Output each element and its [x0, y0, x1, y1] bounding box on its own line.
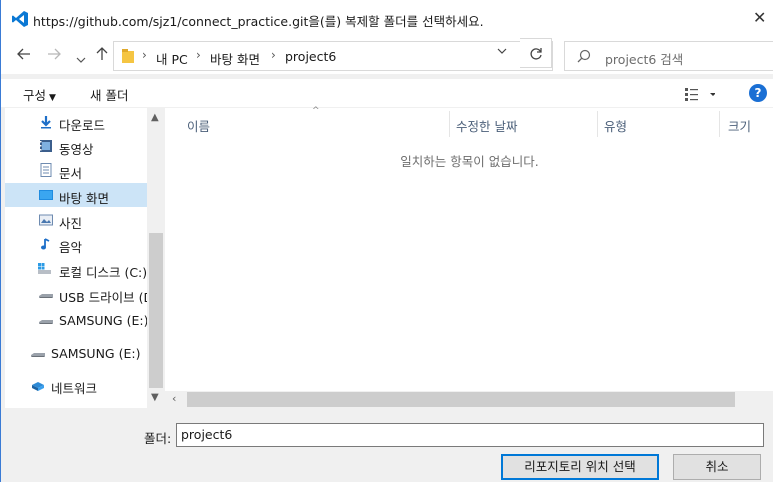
- sidebar-item-videos[interactable]: 동영상: [5, 134, 151, 158]
- arrow-right-icon: [48, 48, 61, 60]
- sidebar-item-label: SAMSUNG (E:): [51, 346, 141, 361]
- folder-picker-dialog: https://github.com/sjz1/connect_practice…: [0, 0, 773, 482]
- new-folder-button[interactable]: 새 폴더: [90, 85, 128, 104]
- sidebar-item-label: 다운로드: [59, 118, 106, 133]
- help-button[interactable]: ?: [749, 84, 767, 102]
- search-box[interactable]: project6 검색: [564, 41, 773, 71]
- drive-icon: [39, 320, 53, 324]
- picture-icon: [39, 214, 53, 226]
- search-input[interactable]: project6 검색: [605, 49, 683, 68]
- organize-label: 구성: [23, 88, 47, 103]
- address-history-button[interactable]: [497, 44, 507, 58]
- column-divider[interactable]: [597, 111, 598, 137]
- sidebar-item-local-disk[interactable]: 로컬 디스크 (C:): [5, 257, 151, 281]
- sort-ascending-icon: ^: [312, 106, 320, 116]
- sidebar-item-label: 로컬 디스크 (C:): [59, 265, 148, 280]
- local-disk-icon: [38, 263, 51, 274]
- up-button[interactable]: [96, 47, 108, 65]
- arrow-left-icon: [17, 48, 30, 60]
- desktop-icon: [39, 190, 53, 200]
- sidebar-item-downloads[interactable]: 다운로드: [5, 110, 151, 134]
- caret-down-icon: ▼: [49, 93, 56, 103]
- breadcrumb-separator-icon: ›: [196, 48, 201, 62]
- column-header-size[interactable]: 크기: [728, 116, 751, 135]
- column-header-type[interactable]: 유형: [604, 116, 627, 135]
- column-divider[interactable]: [449, 111, 450, 137]
- breadcrumb-project6[interactable]: project6: [285, 49, 336, 64]
- scroll-down-icon[interactable]: ▼: [151, 392, 159, 403]
- sidebar-item-samsung-e-root[interactable]: SAMSUNG (E:): [5, 341, 151, 365]
- breadcrumb-desktop[interactable]: 바탕 화면: [210, 49, 260, 68]
- command-toolbar: 구성 ▼ 새 폴더 ?: [1, 79, 773, 107]
- music-icon: [41, 238, 50, 250]
- drive-icon: [31, 353, 45, 357]
- scrollbar-thumb[interactable]: [149, 233, 163, 388]
- sidebar-item-label: 바탕 화면: [59, 191, 109, 206]
- refresh-icon: [529, 48, 542, 60]
- navigation-pane: 다운로드 동영상 문서 바탕 화면 사진 음악 로컬 디스크 (C:) USB: [5, 108, 151, 408]
- close-button[interactable]: ✕: [753, 8, 766, 27]
- arrow-up-icon: [96, 47, 108, 60]
- organize-button[interactable]: 구성 ▼: [23, 85, 56, 104]
- sidebar-item-label: 네트워크: [51, 381, 98, 396]
- cancel-button[interactable]: 취소: [673, 454, 761, 480]
- sidebar-item-label: USB 드라이브 (D: [59, 290, 151, 305]
- address-bar[interactable]: › 내 PC › 바탕 화면 › project6: [113, 41, 553, 71]
- breadcrumb-separator-icon: ›: [271, 48, 276, 62]
- breadcrumb-this-pc[interactable]: 내 PC: [156, 49, 188, 68]
- sidebar-item-network[interactable]: 네트워크: [5, 373, 151, 397]
- view-options-icon[interactable]: [685, 87, 715, 101]
- sidebar-item-label: SAMSUNG (E:): [59, 313, 149, 328]
- sidebar-item-label: 동영상: [59, 142, 94, 157]
- chevron-down-icon: [76, 57, 86, 63]
- network-icon: [32, 382, 44, 391]
- scroll-left-icon[interactable]: ‹: [172, 392, 176, 405]
- title-bar: https://github.com/sjz1/connect_practice…: [1, 0, 773, 38]
- sidebar-item-desktop[interactable]: 바탕 화면: [5, 183, 151, 207]
- vscode-icon: [12, 11, 28, 27]
- sidebar-item-label: 사진: [59, 216, 83, 231]
- breadcrumb-separator-icon: ›: [142, 48, 147, 62]
- folder-name-field[interactable]: project6: [176, 423, 764, 447]
- back-button[interactable]: [17, 47, 31, 65]
- column-divider[interactable]: [719, 111, 720, 137]
- sidebar-item-label: 음악: [59, 240, 83, 255]
- folder-icon: [122, 49, 134, 63]
- video-icon: [40, 140, 52, 152]
- sidebar-item-pictures[interactable]: 사진: [5, 208, 151, 232]
- sidebar-item-usb-drive[interactable]: USB 드라이브 (D: [5, 282, 151, 306]
- search-icon: [577, 49, 591, 63]
- sidebar-item-documents[interactable]: 문서: [5, 158, 151, 182]
- recent-locations-button[interactable]: [76, 50, 86, 68]
- refresh-button[interactable]: [520, 38, 552, 68]
- empty-folder-message: 일치하는 항목이 없습니다.: [400, 154, 539, 169]
- file-list-horizontal-scrollbar[interactable]: ‹: [165, 391, 773, 408]
- sidebar-item-label: 문서: [59, 166, 83, 181]
- chevron-down-icon: [497, 48, 507, 54]
- navigation-scrollbar[interactable]: ▲ ▼: [147, 108, 165, 408]
- sidebar-item-samsung-e[interactable]: SAMSUNG (E:): [5, 308, 151, 332]
- download-icon: [41, 116, 51, 129]
- scroll-up-icon[interactable]: ▲: [151, 112, 159, 123]
- usb-drive-icon: [39, 294, 53, 298]
- sidebar-item-music[interactable]: 음악: [5, 232, 151, 256]
- scrollbar-thumb[interactable]: [187, 392, 735, 407]
- column-header-date-modified[interactable]: 수정한 날짜: [456, 116, 517, 135]
- file-list: ^ 이름 수정한 날짜 유형 크기 일치하는 항목이 없습니다.: [165, 106, 773, 391]
- window-title: https://github.com/sjz1/connect_practice…: [33, 14, 484, 29]
- column-header-name[interactable]: 이름: [187, 116, 210, 135]
- select-repository-location-button[interactable]: 리포지토리 위치 선택: [501, 454, 659, 480]
- document-icon: [40, 163, 52, 177]
- forward-button[interactable]: [47, 47, 61, 65]
- folder-label: 폴더:: [144, 431, 172, 446]
